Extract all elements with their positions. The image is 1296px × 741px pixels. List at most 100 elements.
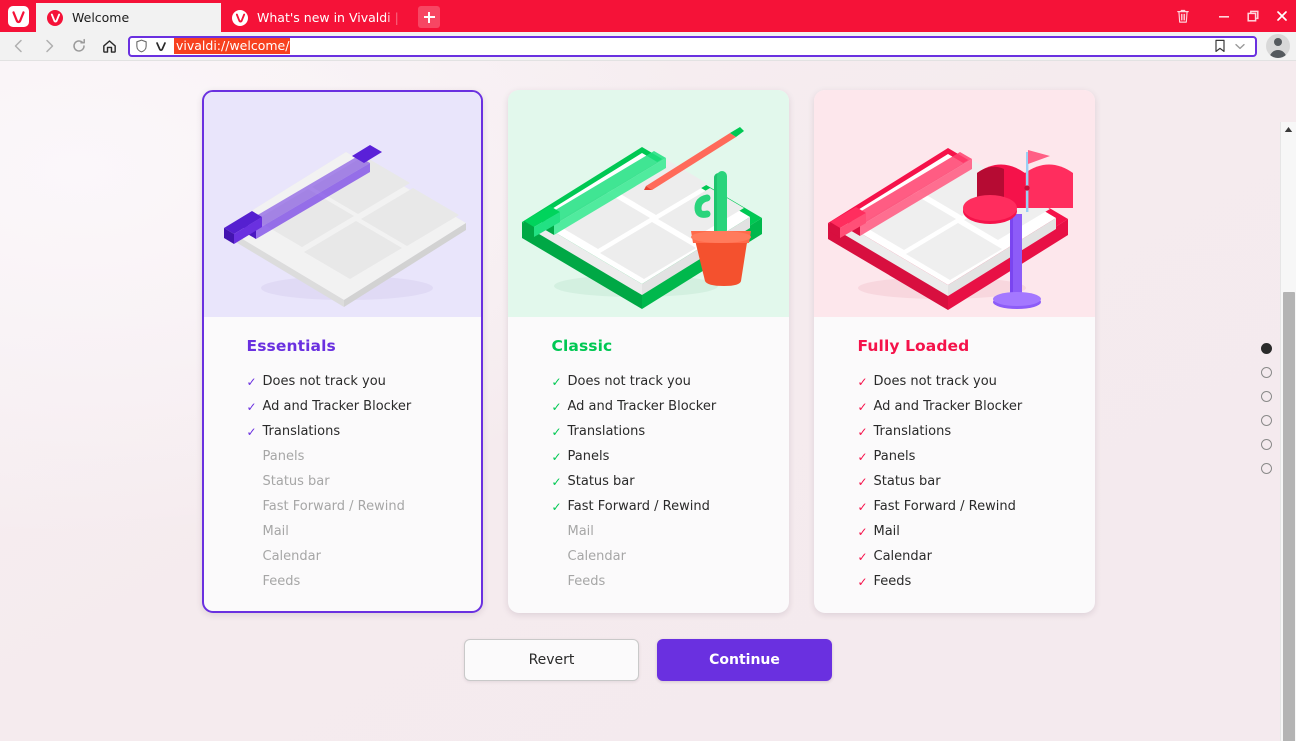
welcome-page: Essentials ✓ Does not track you ✓ Ad and Tr…	[0, 61, 1296, 741]
check-icon: ✓	[551, 449, 562, 464]
feature-label: Mail	[262, 524, 289, 539]
close-icon[interactable]	[1267, 0, 1296, 32]
check-icon: ✓	[857, 499, 868, 514]
feature-label: Translations	[567, 424, 646, 439]
pagination-dot[interactable]	[1261, 439, 1272, 450]
address-bar[interactable]: vivaldi://welcome/	[128, 35, 1257, 57]
check-icon: ✓	[552, 576, 568, 588]
new-tab-button[interactable]	[418, 6, 440, 28]
maximize-icon[interactable]	[1238, 0, 1267, 32]
feature-item: ✓ Fast Forward / Rewind	[858, 494, 1095, 519]
feature-item: ✓Calendar	[247, 544, 481, 569]
feature-label: Does not track you	[873, 374, 997, 389]
feature-item: ✓ Does not track you	[247, 369, 481, 394]
vivaldi-logo-icon	[7, 5, 29, 27]
avatar-body	[1269, 50, 1287, 58]
theme-card-classic[interactable]: Classic ✓ Does not track you ✓ Ad and Track…	[507, 90, 789, 613]
feature-item: ✓Mail	[247, 519, 481, 544]
feature-item: ✓ Status bar	[552, 469, 789, 494]
check-icon: ✓	[247, 501, 263, 513]
trash-icon[interactable]	[1168, 0, 1197, 32]
pagination-dot[interactable]	[1261, 367, 1272, 378]
feature-label: Panels	[567, 449, 610, 464]
bookmark-icon[interactable]	[1210, 39, 1230, 53]
window-controls	[1168, 0, 1296, 32]
check-icon: ✓	[551, 424, 562, 439]
card-body-essentials: Essentials ✓ Does not track you ✓ Ad and Tr…	[204, 317, 481, 611]
tab-title: What's new in Vivaldi | Viva	[257, 10, 401, 25]
home-button[interactable]	[94, 33, 124, 59]
feature-item: ✓Mail	[858, 519, 1095, 544]
minimize-icon[interactable]	[1209, 0, 1238, 32]
feature-label: Translations	[262, 424, 341, 439]
feature-label: Status bar	[262, 474, 330, 489]
check-icon: ✓	[857, 574, 868, 589]
revert-button[interactable]: Revert	[464, 639, 639, 681]
check-icon: ✓	[551, 499, 562, 514]
check-icon: ✓	[552, 551, 568, 563]
pagination-dot[interactable]	[1261, 463, 1272, 474]
card-body-classic: Classic ✓ Does not track you ✓ Ad and Track…	[508, 317, 789, 611]
forward-button[interactable]	[34, 33, 64, 59]
check-icon: ✓	[247, 576, 263, 588]
page-scrollbar[interactable]	[1280, 122, 1296, 741]
check-icon: ✓	[247, 551, 263, 563]
feature-item: ✓ Ad and Tracker Blocker	[858, 394, 1095, 419]
card-title: Classic	[551, 337, 613, 355]
feature-label: Ad and Tracker Blocker	[567, 399, 717, 414]
pagination-dot[interactable]	[1261, 415, 1272, 426]
check-icon: ✓	[246, 424, 257, 439]
feature-item: ✓ Translations	[858, 419, 1095, 444]
back-button[interactable]	[4, 33, 34, 59]
scrollbar-thumb[interactable]	[1283, 292, 1295, 741]
feature-label: Translations	[873, 424, 952, 439]
theme-card-fully-loaded[interactable]: Fully Loaded ✓ Does not track you ✓ Ad and …	[813, 90, 1095, 613]
feature-label: Status bar	[567, 474, 635, 489]
check-icon: ✓	[247, 476, 263, 488]
tab-whats-new[interactable]: What's new in Vivaldi | Viva	[221, 3, 411, 32]
feature-item: ✓ Ad and Tracker Blocker	[247, 394, 481, 419]
tab-welcome[interactable]: Welcome	[36, 3, 221, 32]
pagination-dot[interactable]	[1261, 391, 1272, 402]
feature-label: Feeds	[567, 574, 606, 589]
theme-card-essentials[interactable]: Essentials ✓ Does not track you ✓ Ad and Tr…	[201, 90, 483, 613]
feature-item: ✓ Does not track you	[552, 369, 789, 394]
check-icon: ✓	[857, 524, 868, 539]
feature-item: ✓Mail	[552, 519, 789, 544]
check-icon: ✓	[551, 474, 562, 489]
chevron-down-icon[interactable]	[1232, 43, 1251, 50]
address-bar-actions	[1210, 39, 1251, 53]
feature-item: ✓ Panels	[552, 444, 789, 469]
reload-button[interactable]	[64, 33, 94, 59]
check-icon: ✓	[857, 399, 868, 414]
feature-item: ✓ Ad and Tracker Blocker	[552, 394, 789, 419]
controls-spacer	[1197, 0, 1209, 32]
check-icon: ✓	[857, 449, 868, 464]
feature-label: Calendar	[262, 549, 321, 564]
check-icon: ✓	[551, 374, 562, 389]
feature-list-classic: ✓ Does not track you ✓ Ad and Tracker Block…	[552, 369, 789, 594]
check-icon: ✓	[857, 374, 868, 389]
profile-avatar[interactable]	[1266, 34, 1290, 58]
card-title: Essentials	[246, 337, 336, 355]
action-buttons: Revert Continue	[0, 639, 1296, 681]
continue-button[interactable]: Continue	[657, 639, 832, 681]
feature-label: Mail	[567, 524, 594, 539]
feature-item: ✓ Does not track you	[858, 369, 1095, 394]
feature-item: ✓Calendar	[552, 544, 789, 569]
pagination-dot[interactable]	[1261, 343, 1272, 354]
check-icon: ✓	[551, 399, 562, 414]
check-icon: ✓	[857, 474, 868, 489]
feature-item: ✓Panels	[247, 444, 481, 469]
vivaldi-favicon-icon	[232, 9, 248, 26]
card-illustration-essentials	[203, 92, 481, 317]
vivaldi-menu-button[interactable]	[0, 0, 36, 32]
check-icon: ✓	[246, 399, 257, 414]
feature-item: ✓ Fast Forward / Rewind	[552, 494, 789, 519]
feature-label: Status bar	[873, 474, 941, 489]
scroll-up-icon[interactable]	[1281, 122, 1296, 137]
url-text[interactable]: vivaldi://welcome/	[174, 38, 291, 54]
feature-label: Feeds	[873, 574, 912, 589]
shield-icon[interactable]	[135, 39, 149, 53]
feature-label: Does not track you	[567, 374, 691, 389]
